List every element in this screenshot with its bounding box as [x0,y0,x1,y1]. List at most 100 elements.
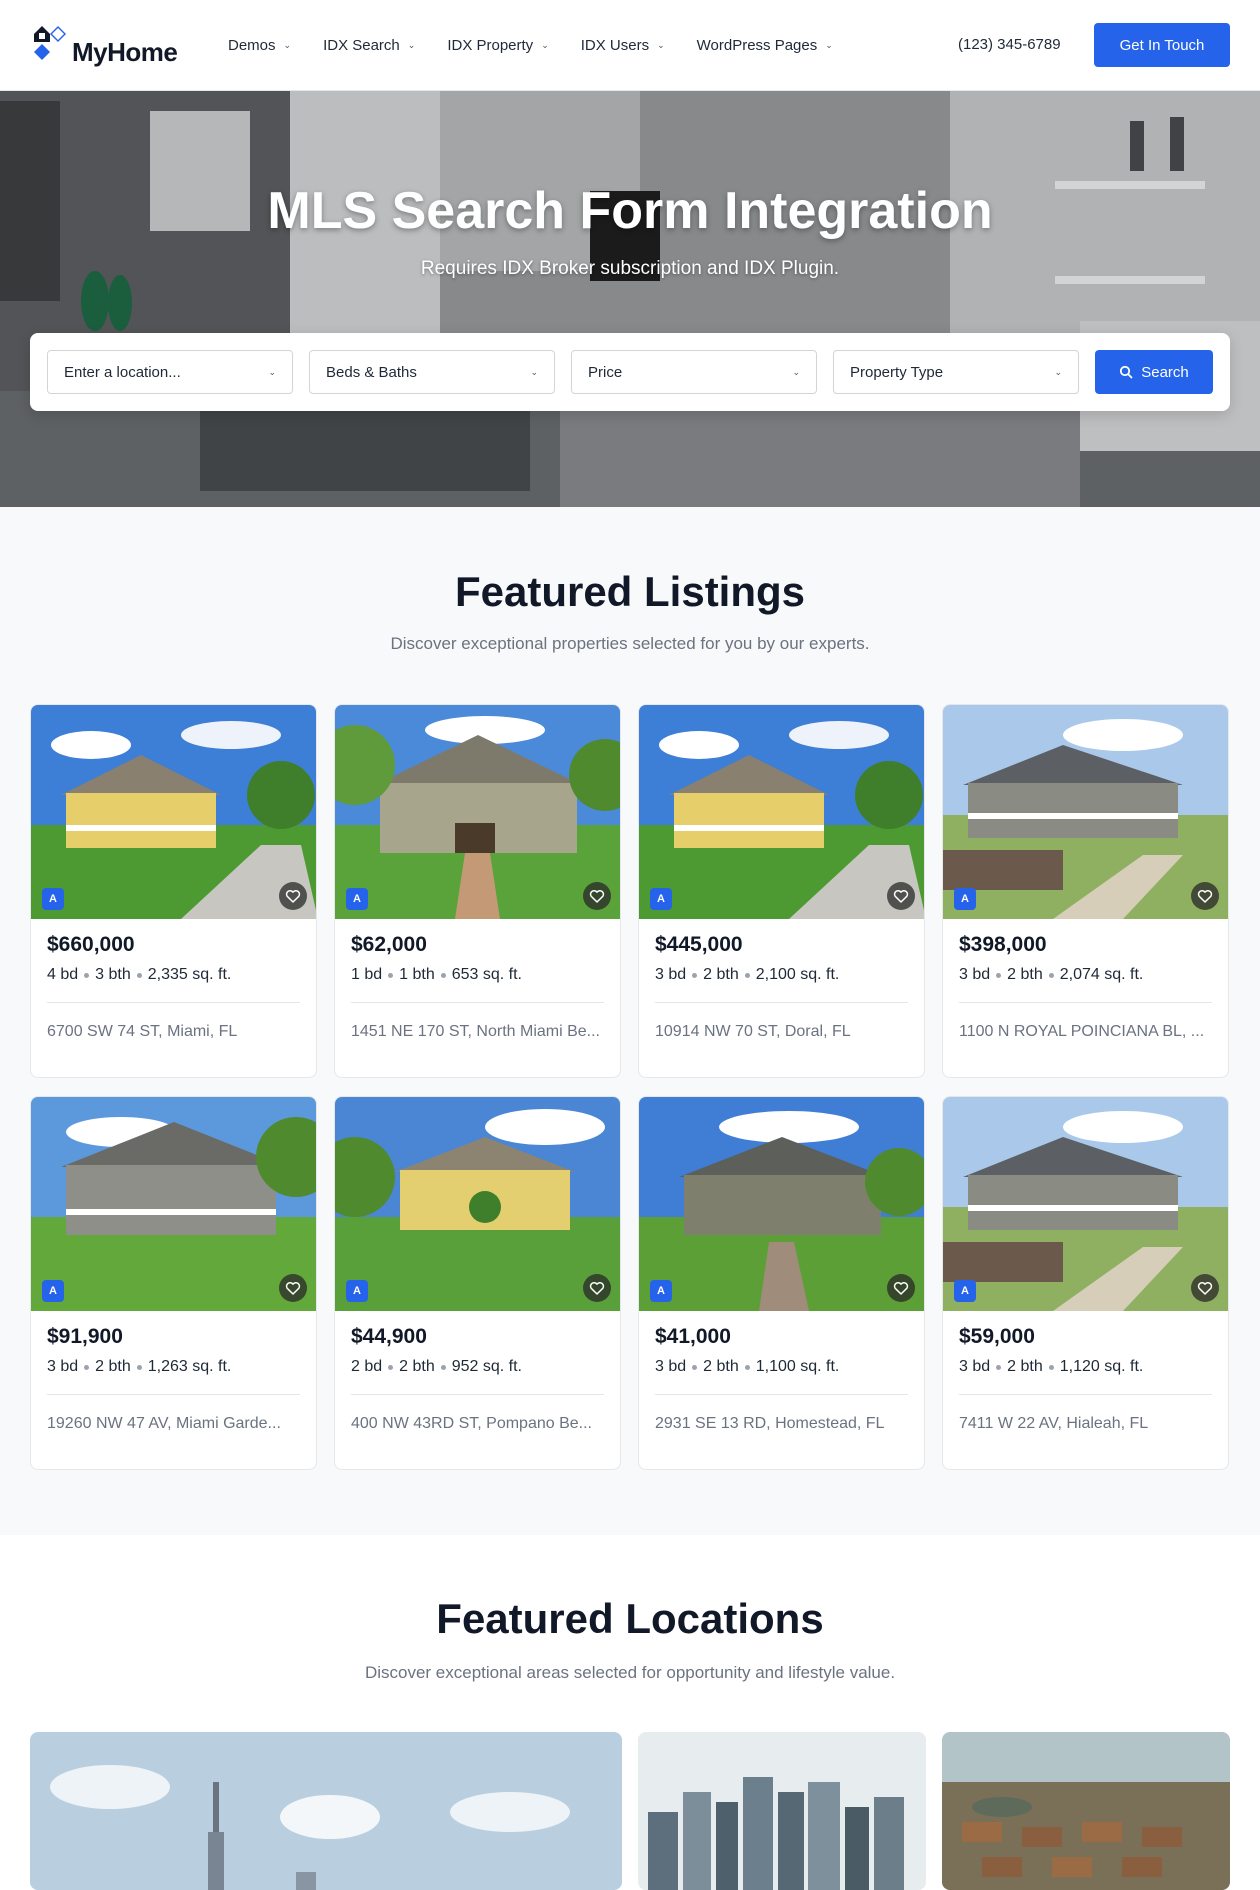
area: 1,100 sq. ft. [755,1358,840,1375]
property-type-select[interactable]: Property Type ⌄ [833,350,1079,394]
hero-title: MLS Search Form Integration [267,182,993,240]
phone-link[interactable]: (123) 345-6789 [958,36,1061,53]
heart-icon [589,890,605,903]
baths: 2 bth [1007,1358,1043,1375]
listing-card[interactable]: A $91,900 3 bd 2 bth 1,263 sq. ft. 19260 N… [30,1096,317,1470]
baths: 2 bth [703,1358,739,1375]
nav-item-idx-search[interactable]: IDX Search ⌄ [307,25,431,65]
location-card[interactable] [942,1732,1230,1890]
chevron-down-icon: ⌄ [268,366,276,377]
listing-price: $62,000 [351,933,427,956]
favorite-button[interactable] [887,882,915,910]
listing-specs: 4 bd 3 bth 2,335 sq. ft. [47,966,300,984]
baths: 2 bth [1007,966,1043,983]
listing-card[interactable]: A $41,000 3 bd 2 bth 1,100 sq. ft. 2931 SE… [638,1096,925,1470]
separator-dot [692,1364,698,1370]
listing-address[interactable]: 1100 N ROYAL POINCIANA BL, ... [959,1023,1212,1041]
agent-badge: A [346,888,368,910]
divider [959,1394,1212,1395]
listing-address[interactable]: 400 NW 43RD ST, Pompano Be... [351,1415,604,1433]
favorite-button[interactable] [583,882,611,910]
nav-label: Demos [228,36,276,54]
heart-icon [893,890,909,903]
listing-photo[interactable]: A [943,705,1228,919]
favorite-button[interactable] [1191,1274,1219,1302]
house-photo [335,1097,620,1311]
listing-address[interactable]: 7411 W 22 AV, Hialeah, FL [959,1415,1212,1433]
separator-dot [440,972,446,978]
favorite-button[interactable] [887,1274,915,1302]
listing-photo[interactable]: A [639,1097,924,1311]
hero-background-image [0,91,1260,507]
beds-baths-label: Beds & Baths [326,363,417,381]
divider [655,1394,908,1395]
search-button-label: Search [1141,363,1189,381]
heart-icon [893,1282,909,1295]
listing-photo[interactable]: A [31,705,316,919]
beds-baths-select[interactable]: Beds & Baths ⌄ [309,350,555,394]
nav-item-wordpress-pages[interactable]: WordPress Pages ⌄ [681,25,849,65]
listing-card[interactable]: A $44,900 2 bd 2 bth 952 sq. ft. 400 NW 43… [334,1096,621,1470]
featured-locations-title: Featured Locations [436,1595,824,1642]
listing-specs: 3 bd 2 bth 2,100 sq. ft. [655,966,908,984]
heart-icon [1197,890,1213,903]
baths: 2 bth [703,966,739,983]
search-button[interactable]: Search [1095,350,1213,394]
listing-card[interactable]: A $59,000 3 bd 2 bth 1,120 sq. ft. 7411 W … [942,1096,1229,1470]
beds: 2 bd [351,1358,383,1375]
listing-address[interactable]: 6700 SW 74 ST, Miami, FL [47,1023,300,1041]
listing-price: $59,000 [959,1325,1035,1348]
main-nav: Demos ⌄ IDX Search ⌄ IDX Property ⌄ IDX Use… [212,25,849,65]
separator-dot [84,972,90,978]
divider [47,1002,300,1003]
listing-photo[interactable]: A [335,705,620,919]
nav-item-idx-property[interactable]: IDX Property ⌄ [431,25,564,65]
beds: 3 bd [47,1358,79,1375]
nav-item-idx-users[interactable]: IDX Users ⌄ [565,25,681,65]
location-select[interactable]: Enter a location... ⌄ [47,350,293,394]
area: 653 sq. ft. [451,966,522,983]
location-card[interactable] [638,1732,926,1890]
listing-card[interactable]: A $660,000 4 bd 3 bth 2,335 sq. ft. 6700 S… [30,704,317,1078]
favorite-button[interactable] [279,1274,307,1302]
search-form: Enter a location... ⌄ Beds & Baths ⌄ Price… [30,333,1230,411]
listing-specs: 3 bd 2 bth 1,263 sq. ft. [47,1358,300,1376]
heart-icon [285,890,301,903]
listing-specs: 2 bd 2 bth 952 sq. ft. [351,1358,604,1376]
logo[interactable]: MyHome [30,22,200,68]
separator-dot [388,1364,394,1370]
hero-subtitle: Requires IDX Broker subscription and IDX… [420,258,840,279]
listing-address[interactable]: 2931 SE 13 RD, Homestead, FL [655,1415,908,1433]
property-type-label: Property Type [850,363,944,381]
nav-item-demos[interactable]: Demos ⌄ [212,25,307,65]
price-select[interactable]: Price ⌄ [571,350,817,394]
separator-dot [996,972,1002,978]
get-in-touch-button[interactable]: Get In Touch [1094,23,1230,67]
listing-address[interactable]: 1451 NE 170 ST, North Miami Be... [351,1023,604,1041]
listing-photo[interactable]: A [943,1097,1228,1311]
heart-icon [1197,1282,1213,1295]
divider [351,1002,604,1003]
favorite-button[interactable] [1191,882,1219,910]
location-card[interactable] [30,1732,622,1890]
listing-card[interactable]: A $398,000 3 bd 2 bth 2,074 sq. ft. 1100 N… [942,704,1229,1078]
separator-dot [744,972,750,978]
listing-address[interactable]: 19260 NW 47 AV, Miami Garde... [47,1415,300,1433]
favorite-button[interactable] [279,882,307,910]
listing-address[interactable]: 10914 NW 70 ST, Doral, FL [655,1023,908,1041]
listing-photo[interactable]: A [335,1097,620,1311]
area: 1,263 sq. ft. [147,1358,232,1375]
separator-dot [84,1364,90,1370]
area: 1,120 sq. ft. [1059,1358,1144,1375]
listing-card[interactable]: A $445,000 3 bd 2 bth 2,100 sq. ft. 10914 … [638,704,925,1078]
listing-specs: 3 bd 2 bth 1,100 sq. ft. [655,1358,908,1376]
listing-price: $91,900 [47,1325,123,1348]
listing-photo[interactable]: A [639,705,924,919]
listing-specs: 1 bd 1 bth 653 sq. ft. [351,966,604,984]
listing-photo[interactable]: A [31,1097,316,1311]
favorite-button[interactable] [583,1274,611,1302]
heart-icon [589,1282,605,1295]
listing-card[interactable]: A $62,000 1 bd 1 bth 653 sq. ft. 1451 NE 1… [334,704,621,1078]
logo-text: MyHome [72,36,178,67]
city-towers-photo [638,1732,926,1890]
